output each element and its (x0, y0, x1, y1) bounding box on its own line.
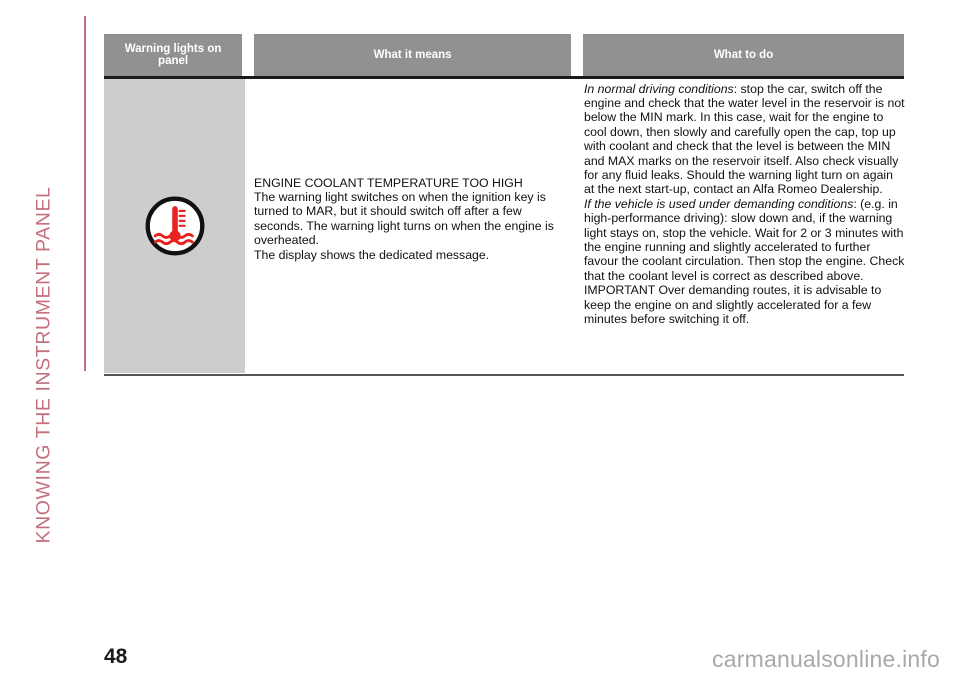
warning-extra: The display shows the dedicated message. (254, 247, 490, 262)
what-it-means-cell: ENGINE COOLANT TEMPERATURE TOO HIGH The … (254, 176, 562, 262)
what-to-do-paragraph-1: In normal driving conditions: stop the c… (584, 82, 906, 197)
what-to-do-paragraph-3: IMPORTANT Over demanding routes, it is a… (584, 283, 882, 326)
warning-body: The warning light switches on when the i… (254, 189, 554, 248)
chapter-rule (84, 16, 86, 371)
warning-lights-table: Warning lights on panel What it means Wh… (104, 34, 904, 76)
what-to-do-paragraph-2: If the vehicle is used under demanding c… (584, 197, 906, 283)
site-watermark: carmanualsonline.info (712, 646, 940, 672)
table-header-what-it-means: What it means (254, 34, 572, 76)
warning-light-icon-cell (104, 78, 245, 373)
what-to-do-lead-2: If the vehicle is used under demanding c… (584, 196, 854, 211)
manual-page: KNOWING THE INSTRUMENT PANEL Warning lig… (0, 0, 960, 678)
page-number: 48 (104, 645, 128, 668)
table-bottom-rule (104, 374, 904, 376)
table-header-warning-lights: Warning lights on panel (104, 34, 243, 76)
engine-coolant-temperature-warning-icon (145, 196, 204, 255)
what-to-do-cell: In normal driving conditions: stop the c… (584, 82, 906, 327)
chapter-tab: KNOWING THE INSTRUMENT PANEL (0, 0, 96, 640)
header-gap-1 (242, 34, 254, 76)
what-to-do-lead-1: In normal driving conditions (584, 81, 734, 96)
warning-title: ENGINE COOLANT TEMPERATURE TOO HIGH (254, 175, 523, 190)
header-gap-2 (571, 34, 583, 76)
table-header-row: Warning lights on panel What it means Wh… (104, 34, 904, 76)
table-row: ENGINE COOLANT TEMPERATURE TOO HIGH The … (104, 78, 906, 376)
table-header-what-to-do: What to do (583, 34, 904, 76)
chapter-title: KNOWING THE INSTRUMENT PANEL (32, 186, 55, 544)
what-to-do-body-1: : stop the car, switch off the engine an… (584, 81, 905, 197)
